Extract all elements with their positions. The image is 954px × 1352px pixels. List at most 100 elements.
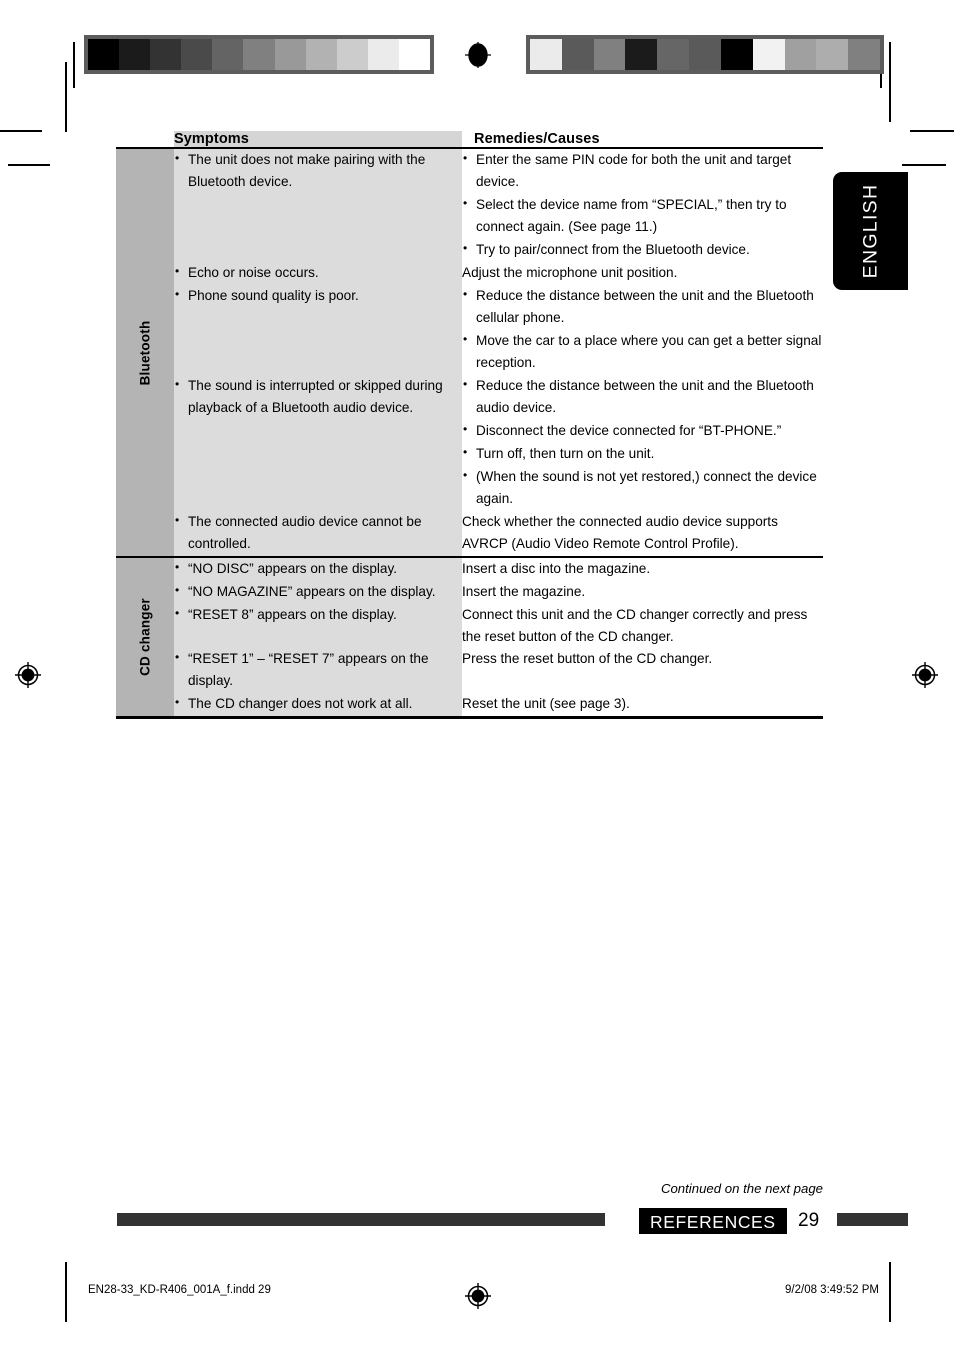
column-header-symptoms: Symptoms [174,131,462,148]
calibration-swatch [625,39,658,70]
symptom-cell: The unit does not make pairing with the … [174,146,462,263]
symptom-list: “NO MAGAZINE” appears on the display. [174,581,462,603]
symptom-item: The connected audio device cannot be con… [174,511,462,555]
crop-mark-top-right-horizontal-2 [902,164,946,166]
symptom-item: “NO DISC” appears on the display. [174,558,462,580]
grayscale-calibration-strip-right [526,35,884,74]
crop-mark-top-left-vertical [73,42,75,88]
crop-mark-top-left-horizontal [0,130,42,132]
language-tab-label: ENGLISH [859,183,881,279]
calibration-swatch [305,39,337,70]
remedy-text: Connect this unit and the CD changer cor… [462,607,808,645]
remedy-cell: Check whether the connected audio device… [462,511,823,558]
calibration-swatch [336,39,368,70]
registration-mark-left [15,662,41,688]
calibration-swatch [561,39,594,70]
remedy-cell: Reset the unit (see page 3). [462,693,823,720]
table-row: “NO MAGAZINE” appears on the display.Ins… [116,581,823,605]
symptom-cell: The CD changer does not work at all. [174,693,462,720]
registration-mark-top-center [465,42,491,68]
symptom-cell: “RESET 1” – “RESET 7” appears on the dis… [174,648,462,694]
remedy-cell: Insert a disc into the magazine. [462,556,823,582]
remedy-item: Enter the same PIN code for both the uni… [462,148,823,193]
troubleshooting-table-container: SymptomsRemedies/Causes Bluetooth The unit… [116,131,823,720]
crop-mark-top-left-horizontal-2 [8,164,50,166]
remedy-cell: Press the reset button of the CD changer… [462,648,823,694]
page-number: 29 [798,1210,820,1231]
calibration-swatch [689,39,721,70]
footer-rule-right [837,1213,908,1226]
calibration-swatch [88,39,120,70]
symptom-item: “NO MAGAZINE” appears on the display. [174,581,462,603]
symptom-cell: Phone sound quality is poor. [174,285,462,376]
symptom-cell: The connected audio device cannot be con… [174,511,462,558]
remedy-cell: Adjust the microphone unit position. [462,262,823,286]
section-label-cell-bluetooth: Bluetooth [116,146,174,558]
symptom-cell: The sound is interrupted or skipped duri… [174,375,462,512]
column-header-remedies: Remedies/Causes [462,131,823,148]
calibration-swatch [119,39,151,70]
table-row: The connected audio device cannot be con… [116,511,823,558]
section-label: Bluetooth [137,320,153,386]
remedy-item: Try to pair/connect from the Bluetooth d… [462,239,823,261]
footer-rule-left [117,1213,605,1226]
table-row: The CD changer does not work at all.Rese… [116,693,823,720]
table-header-row: Symptoms Remedies/Causes [116,131,823,148]
calibration-swatch [657,39,690,70]
remedy-item: Reduce the distance between the unit and… [462,375,823,419]
calibration-swatch [243,39,275,70]
table-row: Phone sound quality is poor.Reduce the d… [116,285,823,376]
symptom-list: Phone sound quality is poor. [174,285,462,307]
remedy-list: Enter the same PIN code for both the uni… [462,148,823,261]
crop-mark-bottom-right-vertical [889,1262,891,1322]
symptom-item: Phone sound quality is poor. [174,285,462,307]
calibration-swatch [816,39,849,70]
crop-mark-top-right-horizontal [910,130,954,132]
table-body: SymptomsRemedies/Causes Bluetooth The unit… [116,131,823,720]
document-timestamp-footer: 9/2/08 3:49:52 PM [785,1284,879,1296]
symptom-cell: Echo or noise occurs. [174,262,462,286]
remedy-item: Disconnect the device connected for “BT-… [462,420,823,442]
remedy-cell: Enter the same PIN code for both the uni… [462,146,823,263]
remedy-cell: Connect this unit and the CD changer cor… [462,604,823,649]
language-tab-english: ENGLISH [833,172,908,290]
symptom-list: The connected audio device cannot be con… [174,511,462,555]
symptom-list: “RESET 8” appears on the display. [174,604,462,626]
symptom-item: Echo or noise occurs. [174,262,462,284]
calibration-swatch [530,39,562,70]
remedy-cell: Reduce the distance between the unit and… [462,375,823,512]
symptom-cell: “RESET 8” appears on the display. [174,604,462,649]
remedy-cell: Insert the magazine. [462,581,823,605]
calibration-swatch [720,39,753,70]
section-label: CD changer [137,598,153,677]
table-row: The sound is interrupted or skipped duri… [116,375,823,512]
symptom-item: The sound is interrupted or skipped duri… [174,375,462,419]
header-spacer-cell [116,131,174,148]
calibration-swatch [398,39,431,70]
remedy-list: Reduce the distance between the unit and… [462,285,823,374]
calibration-swatch [181,39,213,70]
grayscale-calibration-strip-left [84,35,434,74]
remedy-list: Reduce the distance between the unit and… [462,375,823,510]
table-row: “RESET 1” – “RESET 7” appears on the dis… [116,648,823,694]
registration-mark-bottom-center [465,1283,491,1309]
table-row: Bluetooth The unit does not make pairing … [116,146,823,558]
remedy-item: Move the car to a place where you can ge… [462,330,823,374]
remedy-text: Adjust the microphone unit position. [462,265,678,281]
symptom-item: The CD changer does not work at all. [174,693,462,715]
table-row: CD changer “NO DISC” appears on the displ… [116,556,823,720]
symptom-item: “RESET 1” – “RESET 7” appears on the dis… [174,648,462,692]
registration-mark-right [912,662,938,688]
remedy-item: Reduce the distance between the unit and… [462,285,823,329]
continued-note: Continued on the next page [660,1181,823,1196]
crop-mark-top-right-vertical-2 [889,42,891,122]
crop-mark-top-left-vertical-2 [65,62,67,132]
document-filename-footer: EN28-33_KD-R406_001A_f.indd 29 [88,1284,271,1296]
table-row: “RESET 8” appears on the display.Connect… [116,604,823,649]
calibration-swatch [150,39,182,70]
remedy-text: Press the reset button of the CD changer… [462,651,713,667]
remedy-item: Select the device name from “SPECIAL,” t… [462,194,823,238]
calibration-swatch [367,39,399,70]
calibration-swatch [593,39,626,70]
symptom-item: “RESET 8” appears on the display. [174,604,462,626]
